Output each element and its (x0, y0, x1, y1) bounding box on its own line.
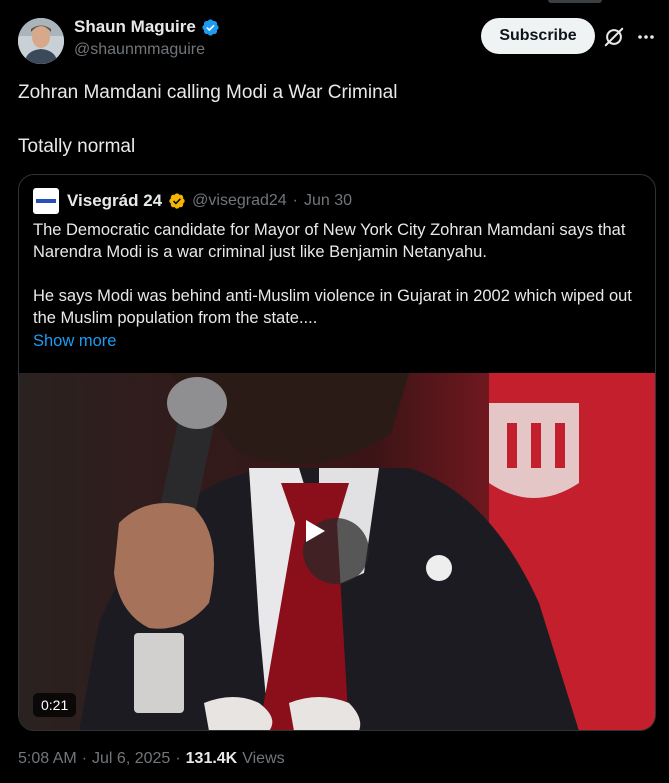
views-count[interactable]: 131.4K (186, 750, 238, 768)
quoted-avatar[interactable] (33, 188, 59, 214)
grok-icon[interactable] (603, 26, 625, 48)
more-icon[interactable] (636, 27, 656, 47)
quoted-handle[interactable]: @visegrad24 (192, 192, 287, 210)
tweet-header: Shaun Maguire @shaunmmaguire Subscribe (18, 14, 658, 68)
tweet-line: Zohran Mamdani calling Modi a War Crimin… (18, 82, 398, 103)
quoted-date[interactable]: Jun 30 (304, 192, 352, 210)
tweet-time[interactable]: 5:08 AM (18, 750, 77, 768)
avatar[interactable] (18, 18, 64, 64)
quoted-paragraph: The Democratic candidate for Mayor of Ne… (33, 221, 626, 261)
tweet-meta: 5:08 AM · Jul 6, 2025 · 131.4K Views (18, 750, 285, 768)
meta-separator: · (81, 750, 88, 767)
author-handle[interactable]: @shaunmmaguire (74, 41, 220, 59)
play-button[interactable] (303, 518, 369, 584)
quoted-paragraph: He says Modi was behind anti-Muslim viol… (33, 287, 632, 327)
tweet-line: Totally normal (18, 136, 136, 157)
top-edge-fragment (548, 0, 602, 3)
subscribe-button[interactable]: Subscribe (481, 18, 595, 54)
meta-separator: · (175, 750, 181, 767)
video-duration: 0:21 (33, 693, 77, 717)
tweet-date[interactable]: Jul 6, 2025 (92, 750, 170, 768)
quoted-body: The Democratic candidate for Mayor of Ne… (33, 219, 645, 351)
gold-verified-badge-icon (169, 193, 185, 209)
views-label: Views (242, 750, 285, 767)
quoted-tweet[interactable]: Visegrád 24 @visegrad24 · Jun 30 The Dem… (18, 174, 656, 731)
show-more-link[interactable]: Show more (33, 332, 116, 351)
meta-separator: · (292, 192, 298, 209)
quoted-display-name[interactable]: Visegrád 24 (67, 191, 162, 211)
tweet-text: Zohran Mamdani calling Modi a War Crimin… (18, 80, 648, 188)
video-player[interactable]: 0:21 (19, 373, 655, 730)
play-icon (306, 520, 325, 542)
author-display-name[interactable]: Shaun Maguire (74, 17, 196, 37)
verified-badge-icon (202, 18, 219, 36)
quoted-tweet-header: Visegrád 24 @visegrad24 · Jun 30 (33, 188, 352, 214)
